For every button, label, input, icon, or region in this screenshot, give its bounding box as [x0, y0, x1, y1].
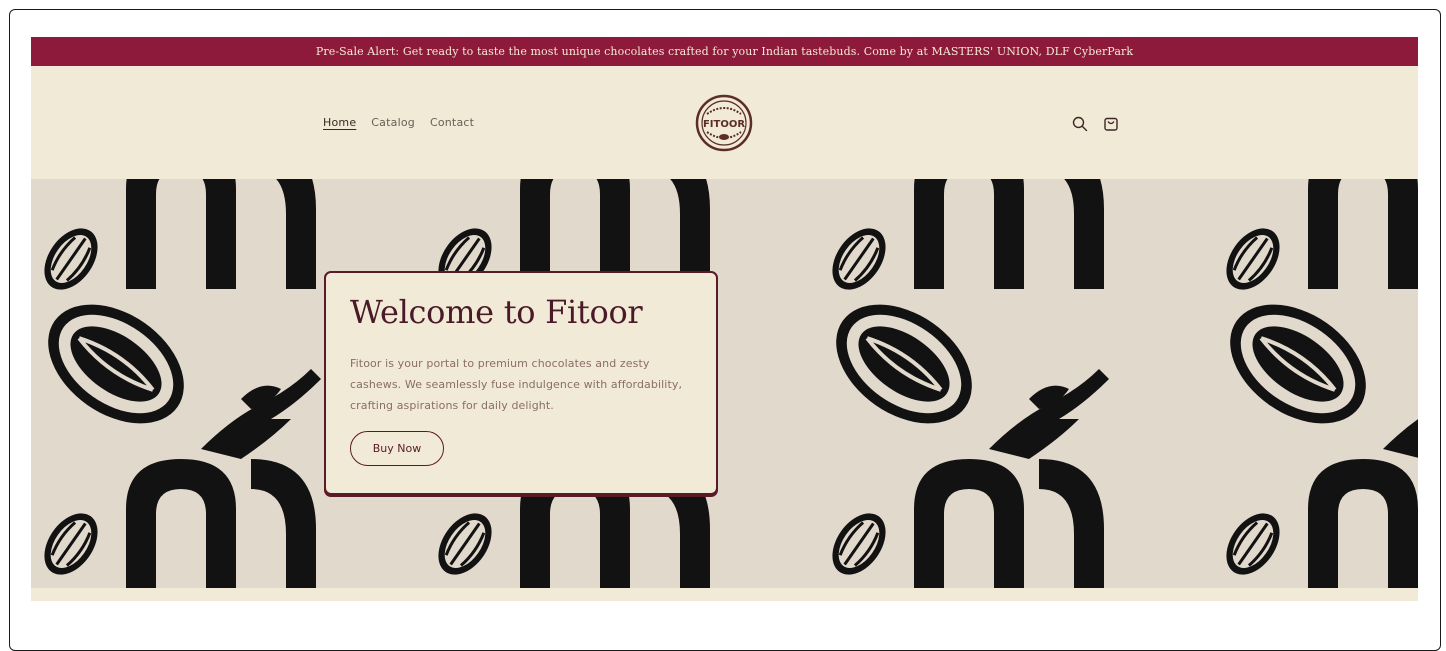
- fitoor-logo[interactable]: FITOOR: [695, 94, 753, 152]
- search-icon: [1072, 116, 1088, 132]
- hero-banner: [31, 179, 1418, 588]
- main-nav: Home Catalog Contact: [323, 116, 474, 129]
- search-button[interactable]: [1070, 114, 1090, 134]
- site-header: Home Catalog Contact FITOOR: [31, 66, 1418, 179]
- announcement-text: Pre-Sale Alert: Get ready to taste the m…: [315, 45, 1134, 58]
- hero-content-card: Welcome to Fitoor Fitoor is your portal …: [324, 271, 718, 495]
- nav-contact-link[interactable]: Contact: [430, 116, 474, 129]
- nav-home-link[interactable]: Home: [323, 116, 356, 129]
- cart-button[interactable]: [1101, 114, 1121, 134]
- cocoa-pattern-image: [31, 179, 1418, 588]
- hero-description: Fitoor is your portal to premium chocola…: [350, 357, 683, 412]
- hero-bottom-strip: [31, 588, 1418, 601]
- cart-icon: [1104, 117, 1118, 131]
- buy-now-button[interactable]: Buy Now: [350, 431, 444, 466]
- hero-title: Welcome to Fitoor: [350, 293, 643, 331]
- nav-catalog-link[interactable]: Catalog: [371, 116, 415, 129]
- announcement-bar: Pre-Sale Alert: Get ready to taste the m…: [31, 37, 1418, 66]
- logo-wordmark: FITOOR: [703, 119, 745, 130]
